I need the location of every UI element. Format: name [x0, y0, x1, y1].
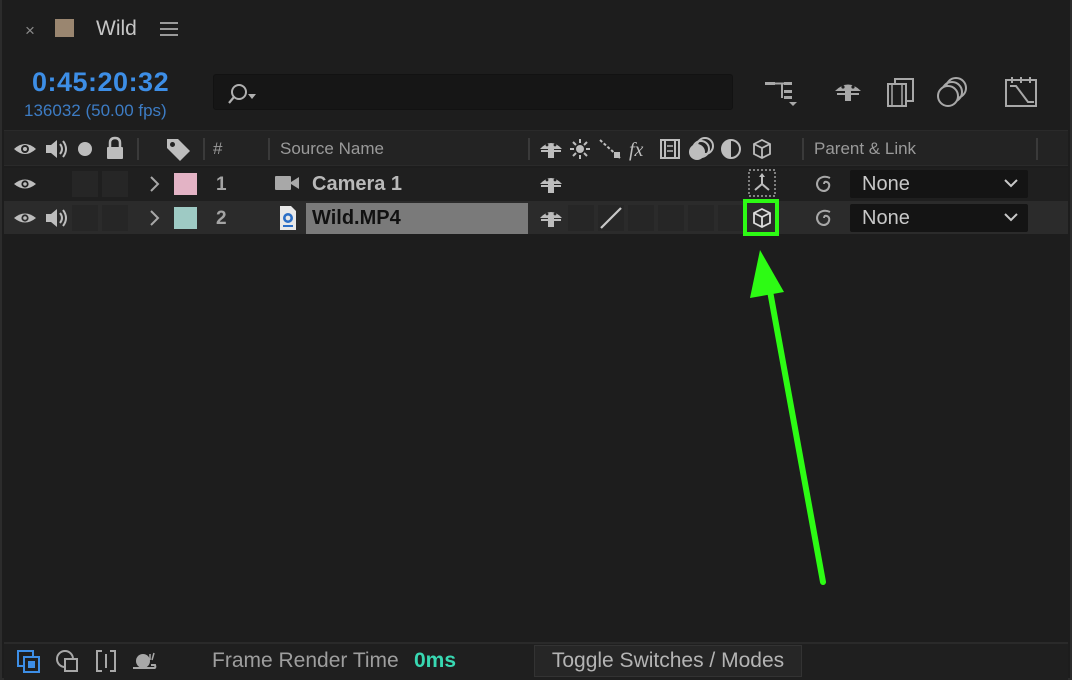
chevron-down-icon	[1004, 179, 1018, 188]
layer-search-field[interactable]	[213, 74, 733, 110]
layer-label-color[interactable]	[174, 173, 197, 195]
parent-dropdown[interactable]: None	[850, 204, 1028, 232]
composition-tab-title[interactable]: Wild	[96, 16, 137, 42]
audio-speaker-icon[interactable]	[44, 138, 70, 160]
parent-dropdown-value: None	[862, 207, 910, 229]
audio-speaker-icon[interactable]	[44, 207, 70, 229]
column-separator[interactable]	[1036, 138, 1038, 160]
transfer-controls-pane-icon[interactable]	[54, 648, 82, 674]
layer-name-selected[interactable]: Wild.MP4	[306, 203, 528, 234]
quality-switch[interactable]	[598, 205, 624, 231]
shy-switch-icon[interactable]	[538, 172, 564, 196]
frame-render-time-label: Frame Render Time	[212, 649, 399, 672]
quality-switch-icon[interactable]	[598, 138, 622, 160]
layer-switches-pane-icon[interactable]	[15, 648, 43, 674]
render-time-snail-icon[interactable]	[130, 648, 158, 674]
lock-switch[interactable]	[102, 171, 128, 197]
effects-switch[interactable]	[628, 205, 654, 231]
search-icon[interactable]	[226, 82, 262, 106]
column-separator[interactable]	[268, 138, 270, 160]
parent-dropdown[interactable]: None	[850, 170, 1028, 198]
collapse-transformations-icon[interactable]	[569, 138, 591, 160]
expand-chevron-icon[interactable]	[148, 175, 160, 193]
solo-icon[interactable]	[77, 141, 93, 157]
footage-file-icon	[280, 206, 296, 230]
frame-blending-switch[interactable]	[658, 205, 684, 231]
close-tab-icon[interactable]: ×	[20, 20, 40, 42]
camera-layer-icon	[275, 176, 299, 190]
shy-switch-icon[interactable]	[538, 137, 564, 161]
eye-icon[interactable]	[13, 139, 37, 159]
column-separator[interactable]	[802, 138, 804, 160]
effects-fx-icon[interactable]: fx	[628, 136, 654, 162]
parent-pickwhip-icon[interactable]	[812, 206, 836, 230]
solo-switch[interactable]	[72, 205, 98, 231]
frame-blending-switch-icon[interactable]	[658, 137, 682, 161]
motion-blur-switch-icon[interactable]	[687, 136, 715, 162]
frame-render-time-value: 0ms	[414, 649, 457, 672]
layer-number-column-header[interactable]: #	[213, 139, 222, 159]
layer-name[interactable]: Camera 1	[312, 172, 402, 196]
shy-switch-icon[interactable]	[538, 206, 564, 230]
layer-number: 2	[216, 208, 227, 229]
solo-switch[interactable]	[72, 171, 98, 197]
current-time-display[interactable]: 0:45:20:32	[32, 66, 169, 98]
collapse-switch[interactable]	[568, 205, 594, 231]
camera-3d-indicator-icon	[748, 169, 776, 197]
lock-switch[interactable]	[102, 205, 128, 231]
adjustment-layer-icon[interactable]	[720, 138, 742, 160]
source-name-column-header[interactable]: Source Name	[280, 139, 384, 159]
frame-count-display: 136032 (50.00 fps)	[24, 101, 167, 120]
lock-icon[interactable]	[104, 136, 126, 160]
frame-blending-icon[interactable]	[882, 74, 920, 112]
layer-number: 1	[216, 174, 227, 195]
chevron-down-icon	[1004, 213, 1018, 222]
parent-pickwhip-icon[interactable]	[812, 172, 836, 196]
layer-label-color[interactable]	[174, 207, 197, 229]
comp-color-swatch	[55, 19, 74, 37]
label-tag-icon[interactable]	[164, 136, 192, 162]
expand-chevron-icon[interactable]	[148, 209, 160, 227]
panel-menu-icon[interactable]	[160, 22, 178, 38]
graph-editor-icon[interactable]	[1002, 74, 1040, 112]
layer-visibility-eye-icon[interactable]	[13, 175, 37, 193]
comp-flowchart-icon[interactable]	[762, 74, 800, 112]
svg-text:fx: fx	[629, 139, 644, 161]
3d-layer-switch-icon[interactable]	[751, 138, 773, 160]
annotation-highlight-box	[743, 199, 779, 236]
layer-visibility-eye-icon[interactable]	[13, 209, 37, 227]
parent-dropdown-value: None	[862, 173, 910, 195]
column-separator[interactable]	[528, 138, 530, 160]
quality-best-icon	[600, 207, 622, 229]
adjustment-layer-switch[interactable]	[718, 205, 744, 231]
annotation-arrow-icon	[750, 250, 826, 585]
shy-layers-icon[interactable]	[829, 74, 867, 112]
search-input[interactable]	[264, 80, 724, 106]
toggle-switches-modes-button[interactable]: Toggle Switches / Modes	[534, 645, 802, 677]
motion-blur-switch[interactable]	[688, 205, 714, 231]
column-separator[interactable]	[137, 138, 139, 160]
in-out-duration-pane-icon[interactable]	[92, 648, 120, 674]
column-separator[interactable]	[203, 138, 205, 160]
motion-blur-icon[interactable]	[934, 74, 972, 112]
parent-link-column-header[interactable]: Parent & Link	[814, 139, 916, 159]
